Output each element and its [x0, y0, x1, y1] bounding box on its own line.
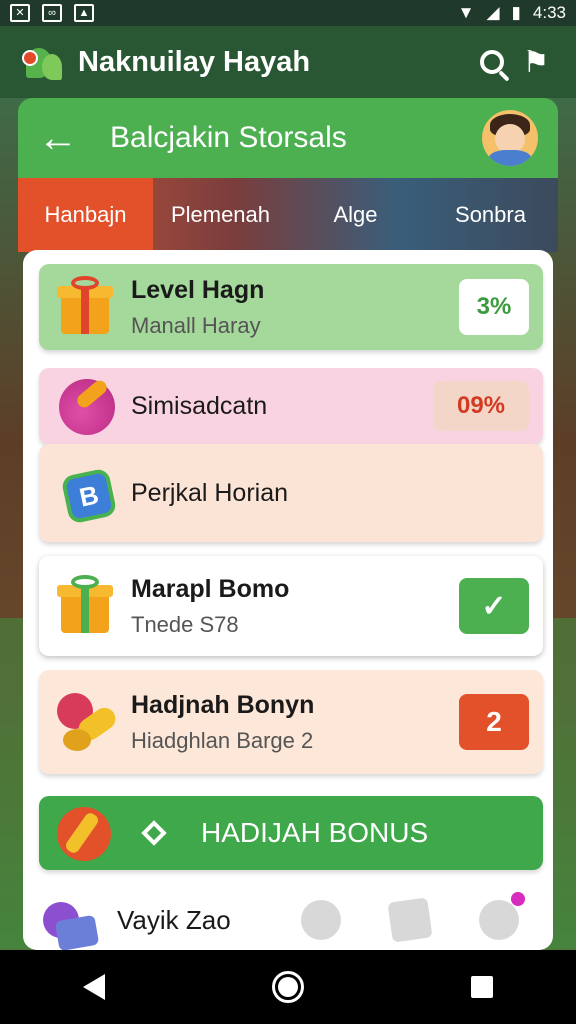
count-badge[interactable]: 2	[459, 694, 529, 750]
list-item[interactable]: Level Hagn Manall Haray 3%	[39, 264, 543, 350]
search-button[interactable]	[470, 40, 514, 84]
tab-sonbra[interactable]: Sonbra	[423, 178, 558, 252]
app-title: Naknuilay Hayah	[78, 45, 311, 78]
check-badge[interactable]: ✓	[459, 578, 529, 634]
row-title: Perjkal Horian	[131, 478, 289, 507]
list-item[interactable]: B Perjkal Horian	[39, 444, 543, 542]
rocket-icon	[53, 373, 119, 439]
status-left-icons: ✕ ∞ ▲	[10, 4, 94, 22]
row-title: Level Hagn	[131, 275, 265, 304]
tab-alge[interactable]: Alge	[288, 178, 423, 252]
image-icon: ✕	[10, 4, 30, 22]
main-card: ← Balcjakin Storsals Hanbajn Plemenah Al…	[18, 98, 558, 950]
bottom-row: Vayik Zao	[39, 890, 543, 950]
leaf-logo-icon[interactable]	[18, 38, 66, 86]
bonus-label: HADIJAH BONUS	[201, 817, 429, 848]
flag-button[interactable]: ⚑	[514, 40, 558, 84]
reward-list: Level Hagn Manall Haray 3% Simisadcatn 0…	[23, 250, 553, 950]
bottom-nav-icons	[277, 892, 543, 943]
tab-bar: Hanbajn Plemenah Alge Sonbra	[18, 178, 558, 252]
row-title: Marapl Bomo	[131, 574, 290, 603]
candy-icon	[53, 689, 120, 755]
row-title: Hadjnah Bonyn	[131, 690, 315, 719]
list-item[interactable]: Marapl Bomo Tnede S78 ✓	[39, 556, 543, 656]
notification-dot	[510, 892, 525, 906]
percent-badge: 09%	[433, 381, 529, 431]
status-time: 4:33	[532, 3, 566, 22]
battery-icon: ▮	[511, 3, 521, 22]
row-subtitle: Hiadghlan Barge 2	[131, 727, 314, 753]
gift-icon	[53, 573, 119, 639]
chat-icon: ∞	[42, 4, 62, 22]
mail-icon[interactable]	[387, 897, 433, 943]
app-bar: Naknuilay Hayah ⚑	[0, 26, 576, 98]
tab-hanbajn[interactable]: Hanbajn	[18, 178, 153, 252]
back-arrow-icon[interactable]: ←	[38, 116, 84, 161]
bag-icon[interactable]	[39, 892, 100, 950]
row-subtitle: Tnede S78	[131, 611, 239, 637]
list-item[interactable]: Simisadcatn 09%	[39, 368, 543, 444]
tab-plemenah[interactable]: Plemenah	[153, 178, 288, 252]
bonus-pin-icon	[53, 801, 117, 865]
status-bar: ✕ ∞ ▲ ▼ ◢ ▮ 4:33	[0, 0, 576, 26]
home-button[interactable]	[271, 971, 304, 1003]
card-header: ← Balcjakin Storsals	[18, 98, 558, 178]
card-title: Balcjakin Storsals	[110, 121, 347, 154]
home-icon	[277, 977, 298, 997]
back-icon[interactable]	[83, 974, 106, 1000]
photo-icon: ▲	[74, 4, 94, 22]
search-icon	[480, 50, 504, 74]
diamond-icon	[141, 820, 167, 846]
list-item[interactable]: Hadjnah Bonyn Hiadghlan Barge 2 2	[39, 670, 543, 774]
home-icon[interactable]	[301, 900, 342, 940]
chat-icon[interactable]	[478, 892, 525, 940]
hadijah-bonus-button[interactable]: HADIJAH BONUS	[39, 796, 543, 870]
percent-badge: 3%	[459, 279, 529, 335]
row-title: Simisadcatn	[131, 391, 268, 420]
row-subtitle: Manall Haray	[131, 312, 261, 338]
bottom-label: Vayik Zao	[117, 904, 231, 935]
signal-icon: ◢	[486, 3, 500, 22]
child-avatar-icon[interactable]	[482, 110, 538, 166]
flag-icon: ⚑	[522, 45, 550, 79]
status-right-icons: ▼ ◢ ▮ 4:33	[458, 3, 566, 23]
ticket-icon: B	[53, 460, 119, 526]
gift-icon	[53, 274, 119, 340]
wifi-icon: ▼	[457, 3, 475, 22]
recents-icon[interactable]	[470, 976, 493, 998]
system-navigation-bar	[0, 950, 576, 1024]
